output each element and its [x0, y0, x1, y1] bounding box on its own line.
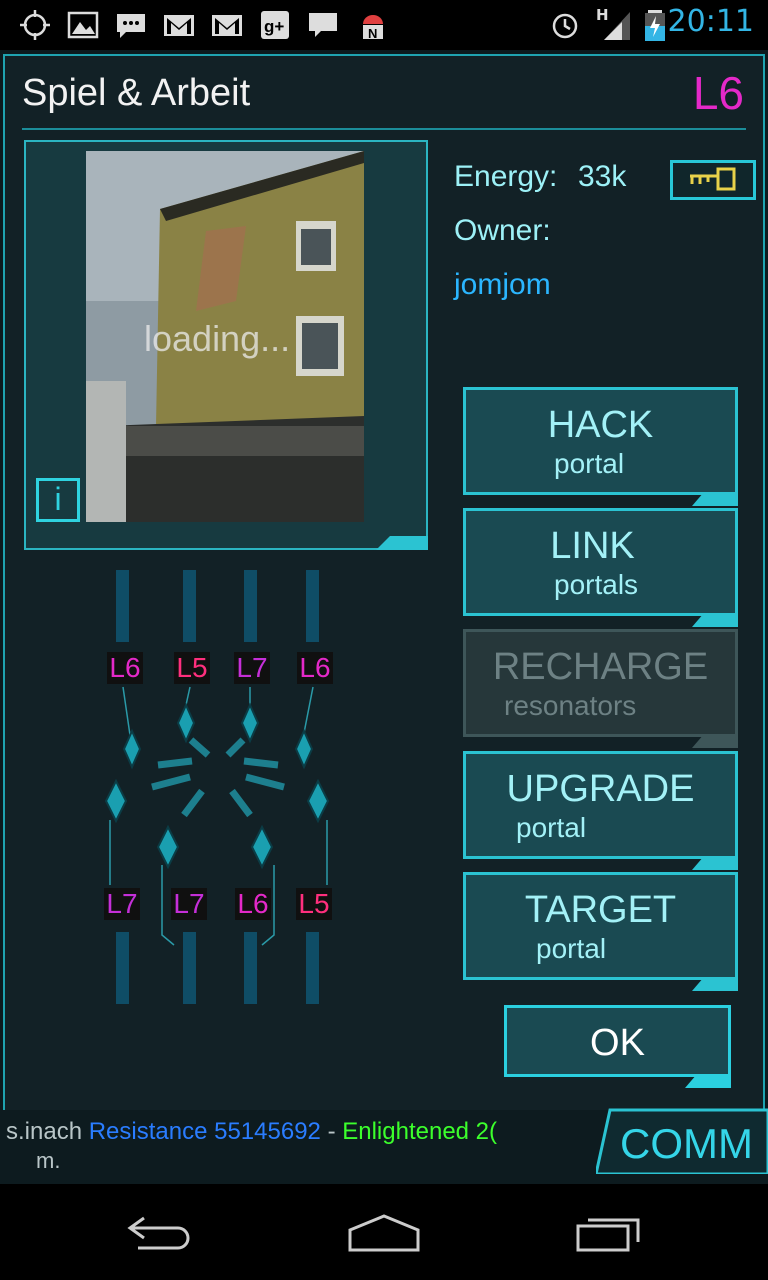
portal-title: Spiel & Arbeit [22, 72, 251, 114]
action-title: TARGET [524, 889, 677, 931]
back-icon[interactable] [124, 1212, 194, 1252]
image-loading-text: loading... [144, 318, 291, 359]
action-subtitle: portal [536, 933, 607, 964]
portal-level: L6 [692, 67, 744, 119]
google-plus-icon: g+ [261, 11, 289, 39]
button-corner-notch [685, 1074, 731, 1088]
messaging-icon [117, 14, 145, 38]
comm-message: m. [36, 1148, 61, 1173]
gmail-icon [212, 15, 242, 36]
action-title: UPGRADE [506, 768, 695, 810]
action-title: RECHARGE [492, 646, 709, 688]
title-divider [22, 128, 746, 130]
comm-tab-label[interactable]: COMM [620, 1120, 753, 1168]
comm-resistance-score: Resistance 55145692 [88, 1118, 321, 1145]
comm-separator: - [327, 1118, 343, 1145]
resonator-level: L7 [171, 888, 207, 920]
signal-icon [604, 12, 630, 40]
resonator-level: L5 [174, 652, 210, 684]
resonator-level: L7 [234, 652, 270, 684]
recharge-resonators-button[interactable]: RECHARGE resonators [463, 629, 738, 748]
resonator-level: L5 [296, 888, 332, 920]
comm-enlightened-score: Enlightened 2( [342, 1118, 498, 1145]
resonator-diagram [104, 570, 330, 1004]
owner-label: Owner: [454, 214, 551, 247]
android-icon: N [363, 15, 383, 41]
comm-message: s.inach Resistance 55145692 - Enlightene… [6, 1118, 497, 1146]
action-subtitle: resonators [504, 690, 637, 721]
status-bar: g+ N H 20:11 [0, 0, 768, 50]
hack-portal-button[interactable]: HACK portal [463, 387, 738, 506]
button-corner-notch [692, 856, 738, 870]
key-icon [690, 167, 736, 191]
chat-icon [309, 13, 337, 37]
gmail-icon [164, 15, 194, 36]
owner-name[interactable]: jomjom [454, 268, 551, 302]
button-corner-notch [692, 734, 738, 748]
crosshair-icon [20, 10, 50, 40]
action-title: HACK [547, 404, 654, 446]
action-subtitle: portal [516, 812, 587, 843]
info-button[interactable]: i [36, 478, 80, 522]
panel-corner-notch [376, 536, 428, 550]
resonator-level: L7 [104, 888, 140, 920]
button-corner-notch [692, 977, 738, 991]
home-icon[interactable] [346, 1212, 422, 1254]
action-subtitle: portal [554, 448, 625, 479]
resonator-level: L6 [297, 652, 333, 684]
ok-button[interactable]: OK [504, 1005, 731, 1088]
link-portals-button[interactable]: LINK portals [463, 508, 738, 627]
clock: 20:11 [667, 4, 754, 39]
image-icon [67, 11, 99, 39]
alarm-icon [552, 13, 578, 39]
recent-apps-icon[interactable] [574, 1212, 646, 1254]
target-portal-button[interactable]: TARGET portal [463, 872, 738, 991]
resonator-level: L6 [107, 652, 143, 684]
energy-value: 33k [578, 160, 627, 193]
resonator-level: L6 [235, 888, 271, 920]
upgrade-portal-button[interactable]: UPGRADE portal [463, 751, 738, 870]
action-subtitle: portals [554, 569, 639, 600]
energy-label: Energy: [454, 160, 558, 193]
svg-text:g+: g+ [264, 17, 284, 36]
comm-player: s.inach [6, 1118, 83, 1145]
button-corner-notch [692, 613, 738, 627]
action-title: LINK [550, 525, 635, 567]
svg-text:N: N [368, 26, 377, 41]
key-button[interactable] [670, 160, 756, 200]
ok-label: OK [590, 1022, 645, 1064]
button-corner-notch [692, 492, 738, 506]
